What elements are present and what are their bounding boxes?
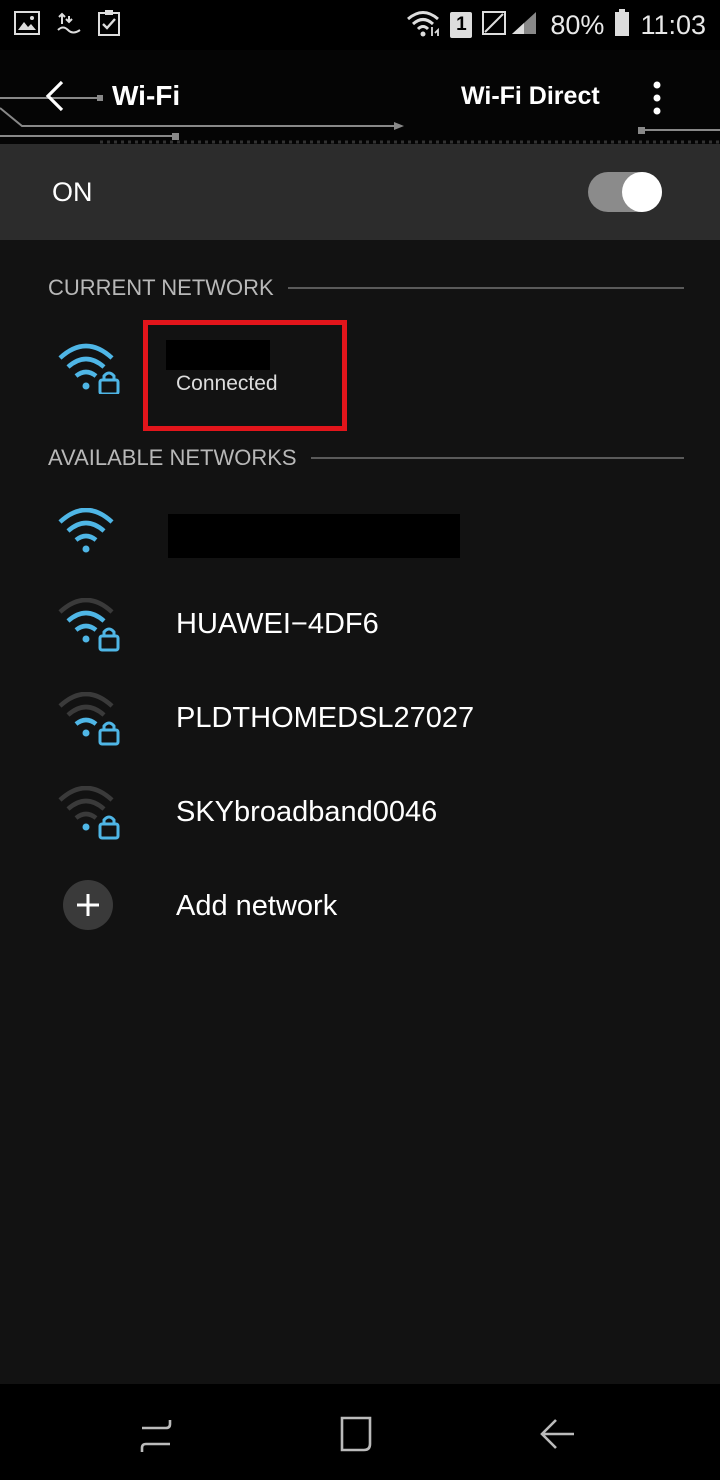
divider	[287, 287, 684, 289]
more-vert-icon	[653, 81, 661, 115]
navigation-bar	[0, 1384, 720, 1480]
page-title: Wi-Fi	[112, 80, 181, 111]
recents-button[interactable]	[136, 1414, 176, 1454]
toggle-label: ON	[52, 176, 93, 207]
status-bar: 1 80% 11:03	[0, 0, 720, 50]
arrow-left-icon	[45, 80, 64, 112]
battery-icon	[614, 8, 630, 42]
wifi-icon	[406, 9, 440, 42]
circuit-decoration	[0, 95, 720, 144]
current-network-header: CURRENT NETWORK	[48, 272, 684, 304]
divider	[310, 457, 684, 459]
network-name: SKYbroadband0046	[176, 796, 438, 828]
home-button[interactable]	[336, 1414, 376, 1454]
add-network-row[interactable]: Add network	[0, 860, 720, 952]
more-options-button[interactable]	[644, 78, 670, 118]
image-icon	[14, 10, 40, 40]
back-icon	[540, 1419, 574, 1449]
wifi-lock-icon	[56, 597, 120, 654]
add-icon	[63, 880, 113, 930]
section-title: CURRENT NETWORK	[48, 275, 274, 300]
back-nav-button[interactable]	[538, 1414, 578, 1454]
wifi-lock-icon	[56, 691, 120, 748]
network-name: HUAWEI−4DF6	[176, 608, 379, 640]
checkbox-icon	[98, 9, 120, 41]
battery-percent: 80%	[550, 9, 605, 40]
network-item[interactable]: SKYbroadband0046	[0, 766, 720, 858]
app-bar: Wi-Fi Wi-Fi Direct	[0, 50, 720, 144]
current-network-row[interactable]: Connected	[0, 330, 720, 422]
wifi-lock-icon	[56, 785, 120, 842]
add-network-label: Add network	[176, 890, 338, 922]
sync-icon	[56, 10, 82, 41]
home-icon	[340, 1416, 372, 1452]
wifi-toggle-switch[interactable]	[588, 172, 662, 212]
wifi-direct-button[interactable]: Wi-Fi Direct	[461, 82, 600, 111]
network-item[interactable]	[0, 492, 720, 584]
redacted-network-name	[168, 514, 460, 558]
highlight-annotation-box	[143, 320, 347, 431]
toggle-knob	[622, 172, 662, 212]
available-networks-header: AVAILABLE NETWORKS	[48, 442, 684, 474]
wifi-lock-icon	[56, 338, 120, 396]
network-item[interactable]: HUAWEI−4DF6	[0, 578, 720, 670]
clock: 11:03	[640, 9, 706, 40]
signal-icon	[482, 10, 540, 41]
wifi-toggle-row[interactable]: ON	[0, 144, 720, 240]
wifi-full-icon	[56, 507, 120, 564]
back-button[interactable]	[38, 76, 78, 116]
section-title: AVAILABLE NETWORKS	[48, 445, 297, 470]
sim-slot-badge: 1	[450, 12, 473, 38]
recents-icon	[140, 1420, 172, 1452]
network-name: PLDTHOMEDSL27027	[176, 702, 475, 734]
wifi-settings-screen: 1 80% 11:03 Wi-Fi Wi-Fi Direct ON CURREN…	[0, 0, 720, 1480]
network-item[interactable]: PLDTHOMEDSL27027	[0, 672, 720, 764]
